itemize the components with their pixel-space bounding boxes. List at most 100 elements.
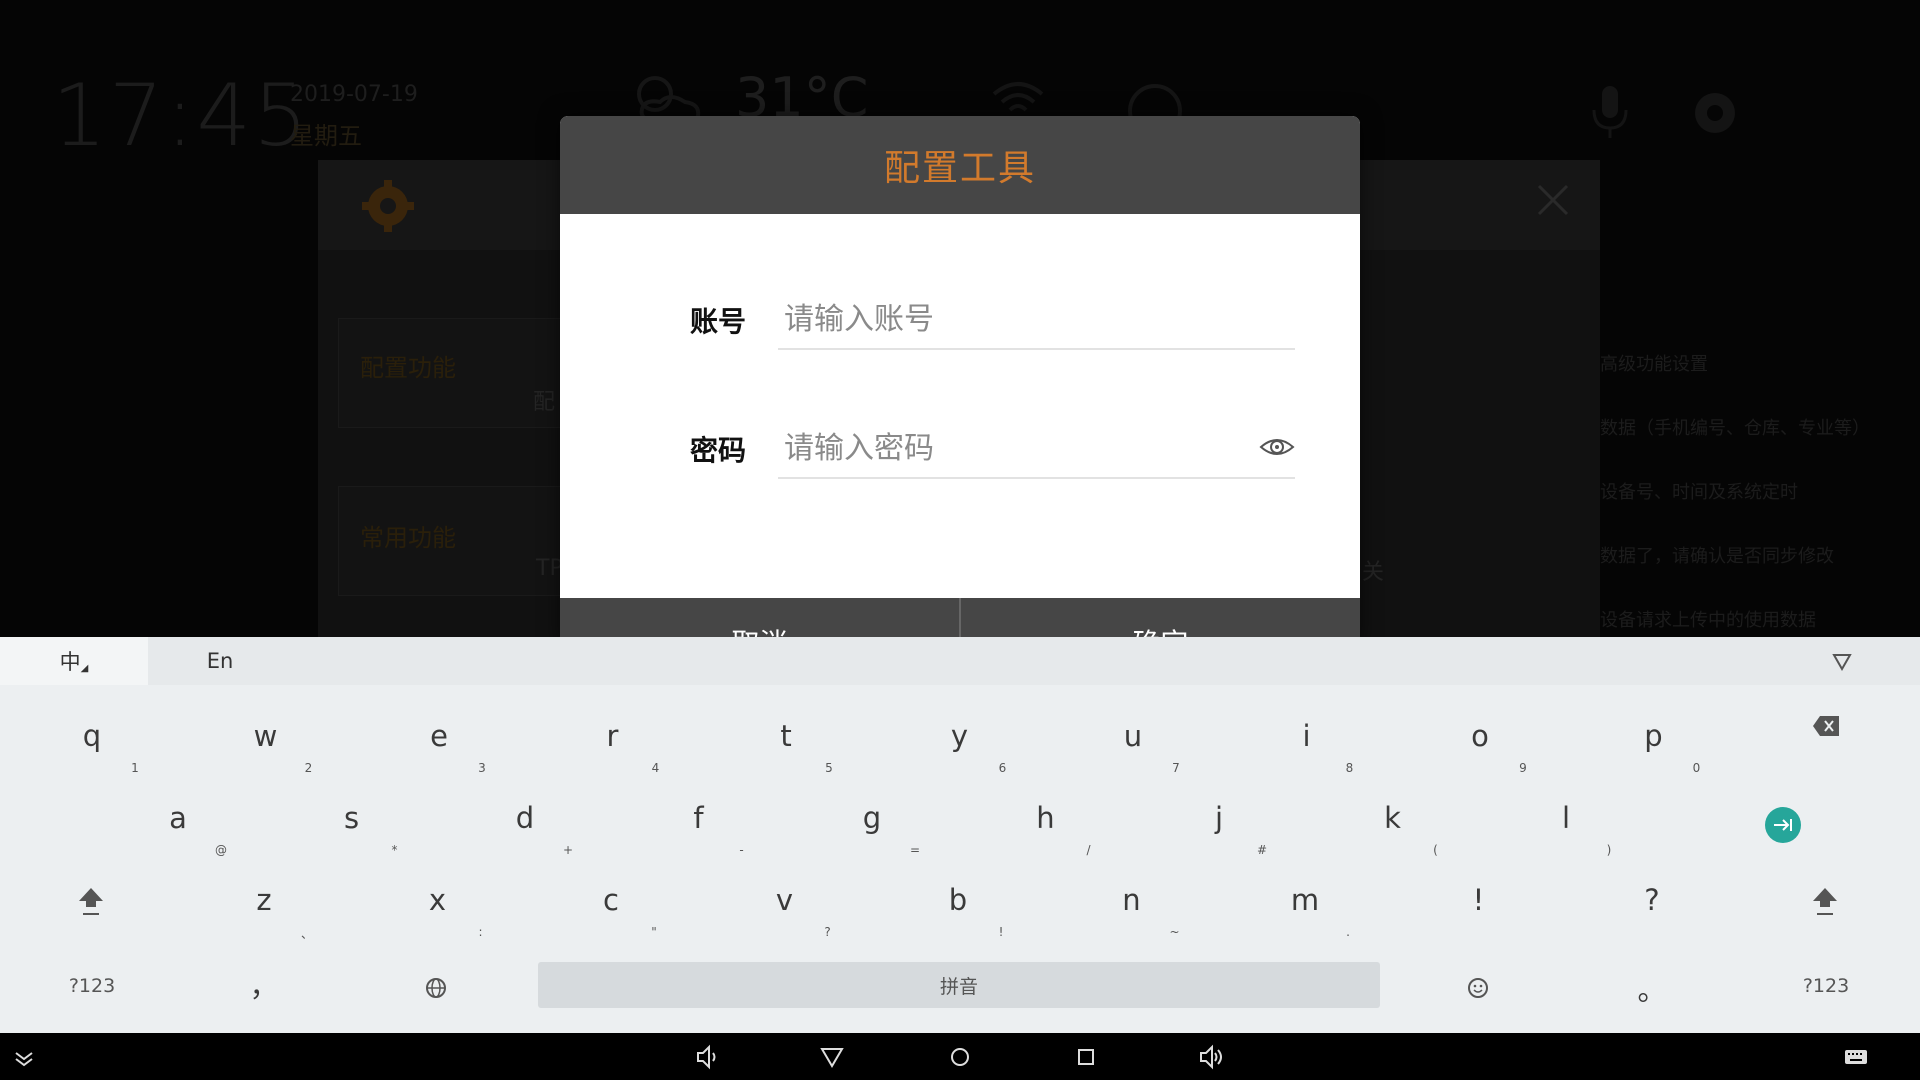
key-secondary-label: / (1086, 843, 1091, 857)
key-d[interactable]: d + (439, 781, 611, 861)
key-b[interactable]: b! (872, 863, 1044, 943)
key-secondary-label: . (1346, 925, 1350, 939)
enter-icon (1774, 819, 1792, 831)
period-key[interactable]: 。 (1566, 949, 1738, 1029)
settings-gear-icon (1695, 93, 1735, 133)
key-label: q (82, 719, 102, 753)
key-o[interactable]: o9 (1394, 699, 1566, 779)
keyboard-toolbar: 中 ◢ En (0, 637, 1920, 685)
key-secondary-label: # (1256, 843, 1268, 857)
key-label: s (343, 801, 360, 835)
key-w[interactable]: w2 (180, 699, 352, 779)
key-label: f (693, 801, 704, 835)
key-m[interactable]: m. (1219, 863, 1391, 943)
key-label: t (780, 719, 792, 753)
key-label: o (1471, 719, 1489, 753)
key-secondary-label: 8 (1345, 761, 1354, 775)
enter-key[interactable] (1765, 807, 1801, 843)
key-secondary-label: 7 (1172, 761, 1180, 775)
key-r[interactable]: r4 (527, 699, 699, 779)
key-label: ! (1472, 883, 1485, 917)
config-tool-dialog: 配置工具 账号 密码 取消 确定 (560, 116, 1360, 646)
key-secondary-label: 、 (300, 927, 313, 941)
key-secondary-label: ( (1433, 843, 1438, 857)
side-line-2: 数据（手机编号、仓库、专业等） (1600, 418, 1870, 439)
key-label: j (1214, 801, 1224, 835)
collapse-keyboard-icon[interactable] (1830, 649, 1854, 673)
side-line-1: 高级功能设置 (1600, 354, 1708, 375)
key-secondary-label: 5 (825, 761, 833, 775)
key-label: v (775, 883, 794, 917)
key-j[interactable]: j # (1133, 781, 1305, 861)
recents-icon[interactable] (1072, 1043, 1100, 1071)
key-k[interactable]: k( (1307, 781, 1479, 861)
key-secondary-label: 9 (1519, 761, 1527, 775)
account-row: 账号 (690, 290, 1295, 350)
dialog-body: 账号 密码 (560, 214, 1360, 598)
key-x[interactable]: x: (352, 863, 524, 943)
tab-english[interactable]: En (160, 637, 280, 685)
volume-up-icon[interactable] (1198, 1043, 1226, 1071)
key-h[interactable]: h / (960, 781, 1132, 861)
symbols-key-right[interactable]: ?123 (1740, 949, 1912, 1029)
backspace-key[interactable] (1740, 699, 1912, 779)
key-secondary-label: 1 (131, 761, 139, 775)
symbols-key-left[interactable]: ?123 (6, 949, 178, 1029)
key-u[interactable]: u7 (1047, 699, 1219, 779)
key-label: h (1036, 801, 1055, 835)
key-secondary-label: + (562, 843, 574, 857)
key-z[interactable]: z、 (178, 863, 350, 943)
key-g[interactable]: g = (786, 781, 958, 861)
key-secondary-label: ? (824, 925, 831, 939)
key-secondary-label: ~ (1169, 925, 1180, 939)
key-label: x (428, 883, 447, 917)
key-label: l (1561, 801, 1571, 835)
key-label: d (515, 801, 535, 835)
language-key[interactable] (350, 949, 522, 1029)
key-secondary-label: : (478, 925, 483, 939)
key-y[interactable]: y6 (874, 699, 1046, 779)
key-exclamation[interactable]: ! (1393, 863, 1565, 943)
tab-chinese[interactable]: 中 ◢ (0, 637, 148, 685)
home-icon[interactable] (946, 1043, 974, 1071)
back-icon[interactable] (818, 1043, 846, 1071)
config-sub-text: 配 (533, 390, 556, 415)
key-l[interactable]: l) (1480, 781, 1652, 861)
key-a[interactable]: a @ (92, 781, 264, 861)
key-i[interactable]: i8 (1221, 699, 1393, 779)
side-line-5: 设备请求上传中的使用数据 (1600, 610, 1816, 631)
right-shift-key[interactable] (1740, 873, 1912, 953)
key-secondary-label: 4 (651, 761, 660, 775)
screen: 17:45 2019-07-19 星期五 31°C 配置功能 配 常用功能 TP… (0, 0, 1920, 1080)
key-question[interactable]: ? (1566, 863, 1738, 943)
hide-keyboard-icon[interactable] (10, 1043, 38, 1071)
emoji-key[interactable] (1392, 949, 1564, 1029)
account-input[interactable] (778, 290, 1295, 350)
key-v[interactable]: v? (699, 863, 871, 943)
account-label: 账号 (690, 305, 747, 338)
key-secondary-label: 3 (478, 761, 486, 775)
keyboard-icon[interactable] (1842, 1043, 1870, 1071)
comma-key[interactable]: ， (178, 949, 350, 1029)
volume-down-icon[interactable] (694, 1043, 722, 1071)
key-p[interactable]: p0 (1568, 699, 1740, 779)
key-e[interactable]: e3 (353, 699, 525, 779)
period-label: 。 (1637, 973, 1667, 1007)
key-n[interactable]: n ~ (1046, 863, 1218, 943)
key-t[interactable]: t5 (700, 699, 872, 779)
key-label: w (253, 719, 278, 753)
eye-icon[interactable] (1259, 429, 1295, 465)
symbols-key-label: ?123 (68, 975, 116, 997)
space-key[interactable]: 拼音 (538, 962, 1380, 1008)
left-shift-key[interactable] (6, 873, 178, 953)
key-f[interactable]: f- (613, 781, 785, 861)
weather-icon (637, 76, 701, 123)
key-secondary-label: - (739, 843, 744, 857)
key-c[interactable]: c " (525, 863, 697, 943)
password-input[interactable] (778, 419, 1295, 479)
key-label: g (862, 801, 882, 835)
key-q[interactable]: q1 (6, 699, 178, 779)
symbols-key-label: ?123 (1802, 975, 1850, 997)
key-s[interactable]: s * (266, 781, 438, 861)
side-line-4: 数据了，请确认是否同步修改 (1600, 546, 1834, 567)
